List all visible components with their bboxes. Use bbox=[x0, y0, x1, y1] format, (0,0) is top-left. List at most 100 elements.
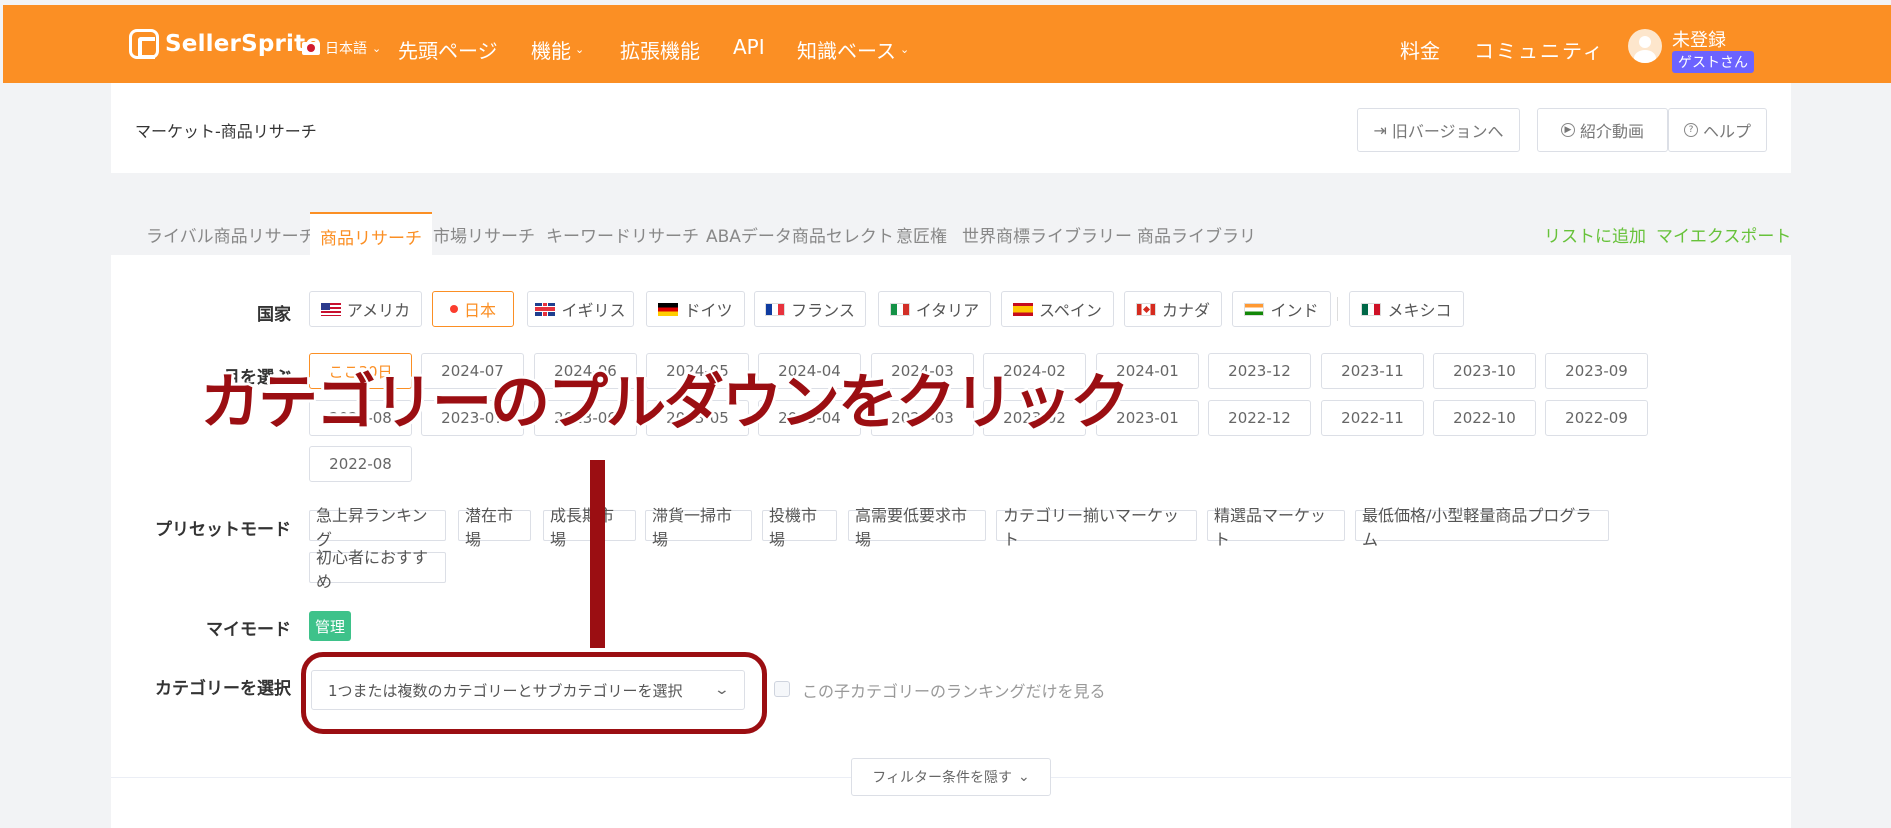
chevron-down-icon: ⌄ bbox=[900, 43, 910, 56]
annotation-text: カテゴリーのプルダウンをクリック bbox=[200, 368, 1130, 438]
my-export-link[interactable]: マイエクスポート bbox=[1656, 222, 1791, 247]
tab-product-research[interactable]: 商品リサーチ bbox=[310, 212, 432, 255]
month-option[interactable]: 2022-09 bbox=[1545, 400, 1648, 436]
nav-extensions[interactable]: 拡張機能 bbox=[620, 35, 700, 64]
country-mx[interactable]: メキシコ bbox=[1349, 291, 1464, 327]
tab-aba-select[interactable]: ABAデータ商品セレクト bbox=[706, 222, 894, 247]
nav-community[interactable]: コミュニティ bbox=[1474, 35, 1605, 64]
nav-api-label: API bbox=[733, 35, 765, 59]
month-option[interactable]: 2023-11 bbox=[1321, 353, 1424, 389]
brand-logo[interactable]: SellerSprite bbox=[129, 29, 321, 59]
country-es[interactable]: スペイン bbox=[1001, 291, 1114, 327]
page-title: マーケット-商品リサーチ bbox=[135, 122, 317, 141]
country-de-label: ドイツ bbox=[684, 301, 733, 320]
month-option[interactable]: 2023-10 bbox=[1433, 353, 1536, 389]
tab-keyword-research[interactable]: キーワードリサーチ bbox=[546, 222, 699, 247]
annotation-highlight-box bbox=[301, 652, 767, 734]
country-in[interactable]: インド bbox=[1232, 291, 1331, 327]
country-us[interactable]: アメリカ bbox=[309, 291, 422, 327]
sellersprite-logo-icon bbox=[129, 29, 159, 59]
hide-filters-button[interactable]: フィルター条件を隠す ⌄ bbox=[851, 758, 1051, 796]
tab-design-right[interactable]: 意匠権 bbox=[896, 222, 947, 247]
preset-beginner[interactable]: 初心者におすすめ bbox=[309, 548, 446, 591]
child-category-label[interactable]: この子カテゴリーのランキングだけを見る bbox=[802, 678, 1106, 702]
month-option[interactable]: 2023-09 bbox=[1545, 353, 1648, 389]
nav-knowledge-base[interactable]: 知識ベース ⌄ bbox=[797, 35, 909, 64]
tab-market-research[interactable]: 市場リサーチ bbox=[433, 222, 535, 247]
manage-button[interactable]: 管理 bbox=[309, 611, 352, 641]
country-it-label: イタリア bbox=[915, 301, 980, 320]
nav-features-label: 機能 bbox=[531, 39, 571, 63]
tab-rival-research[interactable]: ライバル商品リサーチ bbox=[146, 222, 316, 247]
uk-flag-icon bbox=[535, 302, 556, 316]
question-icon: ? bbox=[1683, 123, 1698, 137]
hide-filters-label: フィルター条件を隠す bbox=[872, 770, 1012, 786]
month-option[interactable]: 2022-10 bbox=[1433, 400, 1536, 436]
country-fr-label: フランス bbox=[791, 301, 855, 320]
language-selector[interactable]: 日本語 ⌄ bbox=[302, 38, 381, 58]
chevron-down-icon: ⌄ bbox=[575, 43, 585, 56]
nav-pricing-label: 料金 bbox=[1400, 39, 1440, 63]
preset-clearance[interactable]: 滞貨一掃市場 bbox=[645, 506, 752, 549]
add-to-list-link[interactable]: リストに追加 bbox=[1544, 222, 1646, 247]
nav-features[interactable]: 機能 ⌄ bbox=[531, 35, 584, 64]
nav-extensions-label: 拡張機能 bbox=[620, 39, 700, 63]
intro-video-label: 紹介動画 bbox=[1579, 122, 1644, 141]
intro-video-button[interactable]: ▶ 紹介動画 bbox=[1537, 108, 1668, 152]
country-us-label: アメリカ bbox=[346, 301, 411, 320]
nav-community-label: コミュニティ bbox=[1474, 39, 1605, 63]
preset-category-market[interactable]: カテゴリー揃いマーケット bbox=[996, 506, 1197, 549]
preset-selected-goods[interactable]: 精選品マーケット bbox=[1207, 506, 1345, 549]
fr-flag-icon bbox=[765, 302, 786, 316]
tab-product-library[interactable]: 商品ライブラリ bbox=[1137, 222, 1256, 247]
month-option[interactable]: 2022-08 bbox=[309, 446, 412, 482]
child-category-checkbox[interactable] bbox=[774, 681, 790, 697]
country-de[interactable]: ドイツ bbox=[646, 291, 745, 327]
nav-api[interactable]: API bbox=[733, 35, 765, 59]
country-mx-label: メキシコ bbox=[1387, 301, 1452, 320]
month-option[interactable]: 2022-12 bbox=[1208, 400, 1311, 436]
annotation-arrow-line bbox=[590, 460, 605, 648]
page-header: マーケット-商品リサーチ ⇥ 旧バージョンへ ▶ 紹介動画 ? ヘルプ bbox=[111, 83, 1791, 173]
divider bbox=[1337, 297, 1338, 321]
nav-pricing[interactable]: 料金 bbox=[1400, 35, 1440, 64]
country-jp-label: 日本 bbox=[463, 301, 496, 320]
country-ca[interactable]: カナダ bbox=[1124, 291, 1222, 327]
japan-flag-icon bbox=[302, 41, 320, 55]
country-it[interactable]: イタリア bbox=[878, 291, 991, 327]
it-flag-icon bbox=[889, 302, 910, 316]
preset-potential[interactable]: 潜在市場 bbox=[458, 506, 531, 549]
category-label: カテゴリーを選択 bbox=[155, 679, 291, 699]
month-option[interactable]: 2022-11 bbox=[1321, 400, 1424, 436]
ca-flag-icon bbox=[1135, 302, 1156, 316]
nav-home-label: 先頭ページ bbox=[398, 39, 498, 63]
country-jp[interactable]: 日本 bbox=[432, 291, 514, 327]
country-fr[interactable]: フランス bbox=[754, 291, 866, 327]
country-uk[interactable]: イギリス bbox=[527, 291, 634, 327]
es-flag-icon bbox=[1013, 302, 1034, 316]
country-in-label: インド bbox=[1270, 301, 1319, 320]
mx-flag-icon bbox=[1361, 302, 1382, 316]
language-label: 日本語 bbox=[325, 41, 367, 57]
de-flag-icon bbox=[658, 302, 679, 316]
old-version-label: 旧バージョンへ bbox=[1391, 122, 1504, 141]
in-flag-icon bbox=[1244, 302, 1265, 316]
user-name[interactable]: 未登録 bbox=[1672, 26, 1726, 52]
jp-flag-icon bbox=[449, 305, 458, 313]
country-es-label: スペイン bbox=[1039, 301, 1102, 320]
tab-trademark-library[interactable]: 世界商標ライブラリー bbox=[962, 222, 1132, 247]
preset-low-price[interactable]: 最低価格/小型軽量商品プログラム bbox=[1355, 506, 1609, 549]
chevron-down-icon: ⌄ bbox=[1018, 769, 1030, 785]
preset-high-demand[interactable]: 高需要低要求市場 bbox=[848, 506, 986, 549]
brand-name: SellerSprite bbox=[165, 31, 322, 57]
preset-trending[interactable]: 急上昇ランキング bbox=[309, 506, 446, 549]
help-label: ヘルプ bbox=[1702, 122, 1751, 141]
nav-home[interactable]: 先頭ページ bbox=[398, 35, 498, 64]
preset-speculative[interactable]: 投機市場 bbox=[762, 506, 837, 549]
user-avatar-icon[interactable] bbox=[1628, 29, 1662, 63]
help-button[interactable]: ? ヘルプ bbox=[1668, 108, 1767, 152]
country-ca-label: カナダ bbox=[1161, 301, 1210, 320]
country-label: 国家 bbox=[257, 305, 291, 325]
old-version-button[interactable]: ⇥ 旧バージョンへ bbox=[1357, 108, 1520, 152]
month-option[interactable]: 2023-12 bbox=[1208, 353, 1311, 389]
